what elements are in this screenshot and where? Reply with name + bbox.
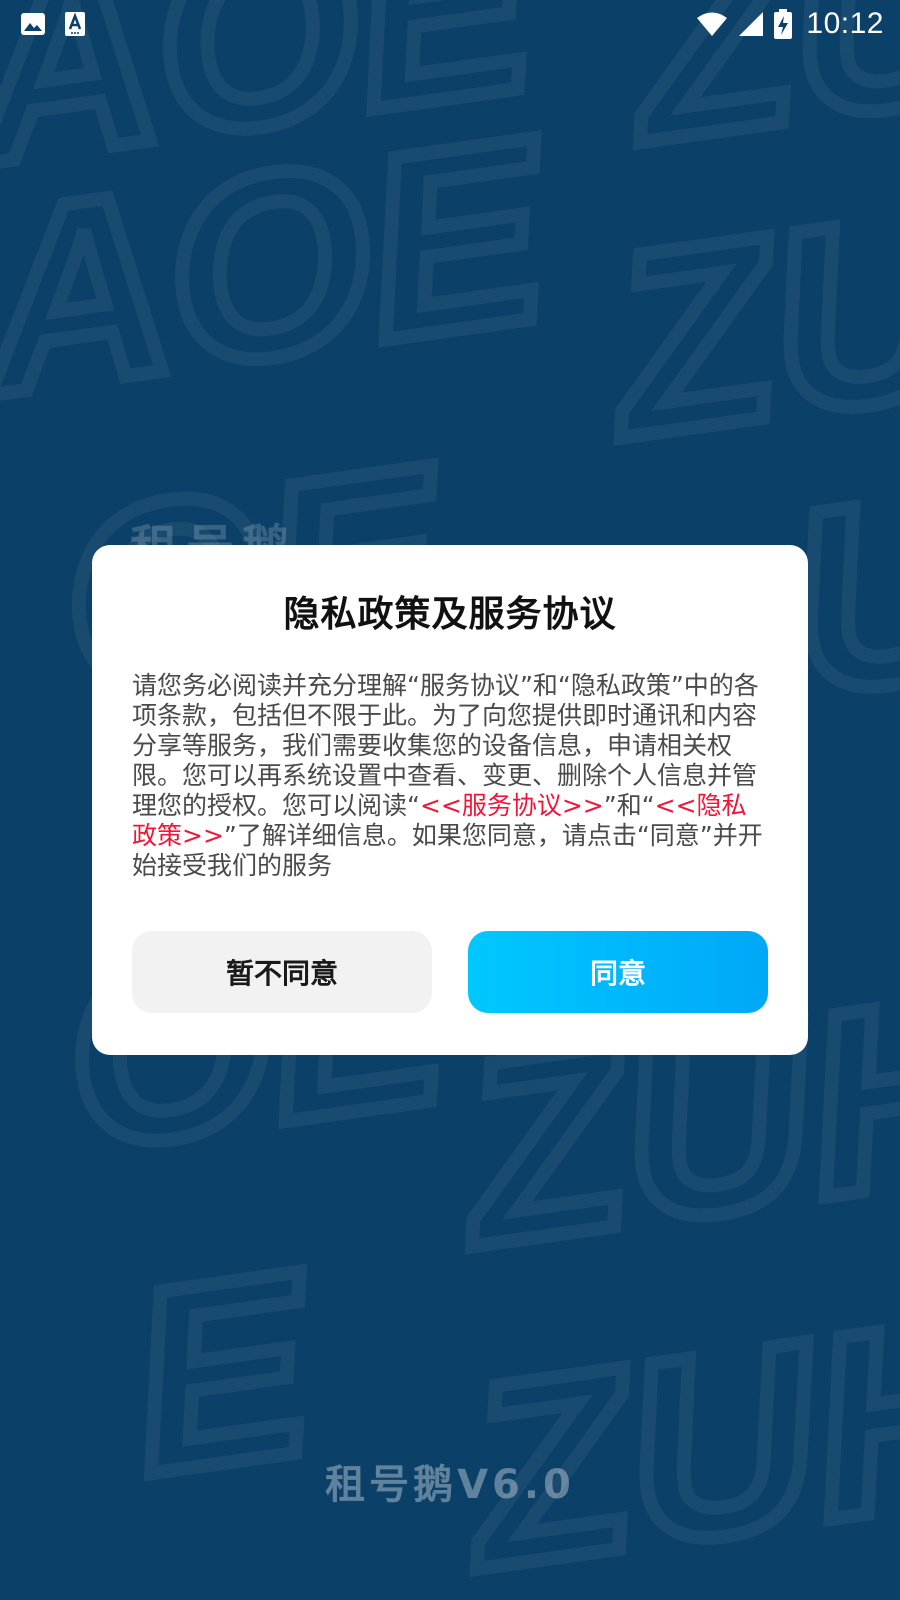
- image-icon: [20, 12, 46, 36]
- service-agreement-link[interactable]: <<服务协议>>: [420, 791, 604, 820]
- body-text-3: ”了解详细信息。如果您同意，请点击“同意”并开始接受我们的服务: [132, 821, 763, 880]
- app-version-label: 租号鹅V6.0: [325, 1462, 575, 1508]
- status-right-icons: 10:12: [696, 7, 884, 41]
- dialog-title: 隐私政策及服务协议: [283, 594, 617, 635]
- text-a-icon: [64, 11, 86, 37]
- status-bar: 10:12: [0, 0, 900, 48]
- dialog-buttons: 暂不同意 同意: [132, 931, 768, 1013]
- agree-button[interactable]: 同意: [468, 931, 768, 1013]
- status-left-icons: [20, 11, 86, 37]
- privacy-dialog: 隐私政策及服务协议 请您务必阅读并充分理解“服务协议”和“隐私政策”中的各项条款…: [92, 545, 808, 1055]
- decline-button[interactable]: 暂不同意: [132, 931, 432, 1013]
- svg-text:ZU: ZU: [586, 156, 900, 494]
- dialog-body: 请您务必阅读并充分理解“服务协议”和“隐私政策”中的各项条款，包括但不限于此。为…: [132, 671, 768, 881]
- status-time: 10:12: [806, 7, 884, 40]
- signal-icon: [738, 11, 764, 37]
- body-text-2: ”和“: [603, 791, 655, 820]
- battery-charging-icon: [774, 9, 793, 39]
- wifi-icon: [696, 11, 728, 37]
- svg-text:ZUH: ZUH: [442, 1261, 900, 1600]
